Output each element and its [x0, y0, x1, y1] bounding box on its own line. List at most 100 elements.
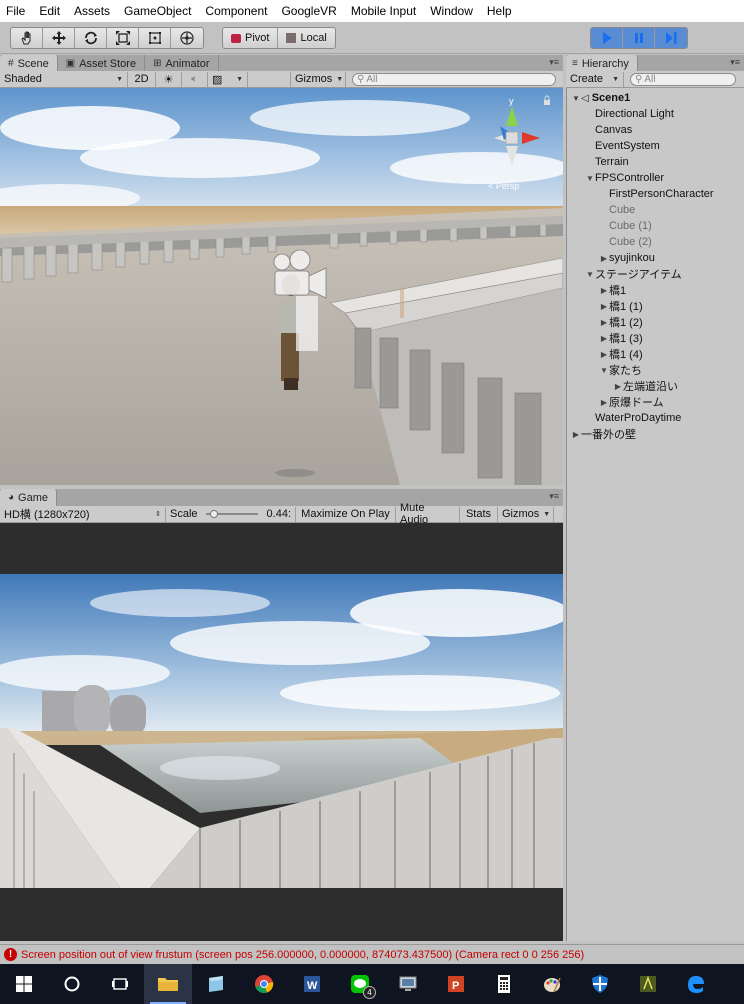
- notepad-button[interactable]: [192, 964, 240, 1004]
- menu-mobile-input[interactable]: Mobile Input: [351, 4, 416, 18]
- app-button[interactable]: [624, 964, 672, 1004]
- tab-game[interactable]: ◕ Game: [0, 489, 58, 506]
- menu-gameobject[interactable]: GameObject: [124, 4, 191, 18]
- audio-toggle[interactable]: 🔈︎: [182, 71, 208, 87]
- move-tool-button[interactable]: [43, 28, 75, 48]
- hierarchy-item[interactable]: ▶ 橋1 (4): [599, 346, 643, 362]
- line-button[interactable]: 4: [336, 964, 384, 1004]
- mute-audio-toggle[interactable]: Mute Audio: [396, 502, 460, 526]
- hierarchy-item[interactable]: ▶ 橋1 (3): [599, 330, 643, 346]
- step-button[interactable]: [655, 28, 687, 48]
- remote-desktop-button[interactable]: [384, 964, 432, 1004]
- expand-down-icon[interactable]: ▼: [571, 94, 581, 103]
- scene-gizmos-dropdown[interactable]: Gizmos ▼: [290, 71, 346, 87]
- menu-window[interactable]: Window: [430, 4, 473, 18]
- game-panel-menu-icon[interactable]: ▾≡: [549, 491, 559, 502]
- hierarchy-item[interactable]: EventSystem: [585, 138, 660, 154]
- create-dropdown[interactable]: Create ▼: [566, 71, 624, 87]
- transform-all-tool-button[interactable]: [171, 28, 203, 48]
- task-view-button[interactable]: [96, 964, 144, 1004]
- maximize-on-play-toggle[interactable]: Maximize On Play: [296, 506, 396, 522]
- menu-file[interactable]: File: [6, 4, 25, 18]
- lighting-toggle[interactable]: ☀: [156, 71, 182, 87]
- stats-toggle[interactable]: Stats: [460, 506, 498, 522]
- scale-slider-thumb[interactable]: [210, 510, 219, 518]
- windows-start-button[interactable]: [0, 964, 48, 1004]
- pause-button[interactable]: [623, 28, 655, 48]
- scene-search-input[interactable]: ⚲ All: [352, 72, 556, 86]
- powerpoint-button[interactable]: P: [432, 964, 480, 1004]
- play-button[interactable]: [591, 28, 623, 48]
- tab-hierarchy[interactable]: ≡ Hierarchy: [566, 55, 638, 72]
- dropdown-arrow-icon: ▼: [336, 75, 344, 83]
- edge-button[interactable]: [672, 964, 720, 1004]
- resolution-dropdown[interactable]: HD横 (1280x720) ⇕: [0, 506, 166, 522]
- chrome-button[interactable]: [240, 964, 288, 1004]
- pivot-button[interactable]: Pivot: [223, 28, 279, 48]
- scale-tool-button[interactable]: [107, 28, 139, 48]
- hierarchy-item-label: EventSystem: [595, 140, 660, 152]
- calculator-button[interactable]: [480, 964, 528, 1004]
- expand-right-icon[interactable]: ▶: [571, 430, 581, 439]
- hierarchy-item-label: 一番外の壁: [581, 429, 636, 441]
- tab-scene[interactable]: # Scene: [0, 55, 58, 72]
- menu-googlevr[interactable]: GoogleVR: [281, 4, 336, 18]
- expand-right-icon[interactable]: ▶: [599, 398, 609, 407]
- rotate-tool-button[interactable]: [75, 28, 107, 48]
- hierarchy-item[interactable]: ▼ 家たち: [599, 362, 642, 378]
- local-button[interactable]: Local: [278, 28, 334, 48]
- word-button[interactable]: W: [288, 964, 336, 1004]
- menu-edit[interactable]: Edit: [39, 4, 60, 18]
- mode-2d-toggle[interactable]: 2D: [128, 71, 156, 87]
- game-gizmos-dropdown[interactable]: Gizmos ▼: [498, 506, 554, 522]
- shading-mode-dropdown[interactable]: Shaded ▼: [0, 71, 128, 87]
- panel-menu-icon[interactable]: ▾≡: [549, 57, 559, 68]
- expand-down-icon[interactable]: ▼: [585, 270, 595, 279]
- hierarchy-item[interactable]: ▶ 一番外の壁: [571, 426, 636, 442]
- file-explorer-button[interactable]: [144, 964, 192, 1004]
- tab-animator[interactable]: ⊞ Animator: [145, 55, 219, 72]
- hand-tool-button[interactable]: [11, 28, 43, 48]
- expand-right-icon[interactable]: ▶: [613, 382, 623, 391]
- rect-tool-button[interactable]: [139, 28, 171, 48]
- game-view[interactable]: [0, 523, 563, 941]
- hierarchy-item[interactable]: WaterProDaytime: [585, 410, 681, 426]
- hierarchy-item[interactable]: ▼ ◁ Scene1: [571, 90, 630, 106]
- expand-right-icon[interactable]: ▶: [599, 302, 609, 311]
- expand-right-icon[interactable]: ▶: [599, 286, 609, 295]
- tab-asset-store[interactable]: ▣ Asset Store: [58, 55, 146, 72]
- hierarchy-item[interactable]: FirstPersonCharacter: [599, 186, 714, 202]
- hierarchy-item[interactable]: Canvas: [585, 122, 632, 138]
- paint-button[interactable]: [528, 964, 576, 1004]
- expand-down-icon[interactable]: ▼: [599, 366, 609, 375]
- hierarchy-item[interactable]: ▶ 橋1 (2): [599, 314, 643, 330]
- hierarchy-item[interactable]: ▶ 橋1 (1): [599, 298, 643, 314]
- hierarchy-search-input[interactable]: ⚲ All: [630, 72, 736, 86]
- menu-assets[interactable]: Assets: [74, 4, 110, 18]
- expand-right-icon[interactable]: ▶: [599, 350, 609, 359]
- menu-help[interactable]: Help: [487, 4, 512, 18]
- expand-down-icon[interactable]: ▼: [585, 174, 595, 183]
- menu-component[interactable]: Component: [205, 4, 267, 18]
- hierarchy-item[interactable]: Cube (1): [599, 218, 652, 234]
- hierarchy-item[interactable]: ▼ ステージアイテム: [585, 266, 682, 282]
- hierarchy-item[interactable]: ▶ 橋1: [599, 282, 626, 298]
- effects-dropdown[interactable]: ▨ ▼: [208, 71, 248, 87]
- expand-right-icon[interactable]: ▶: [599, 254, 609, 263]
- console-status-bar[interactable]: ! Screen position out of view frustum (s…: [0, 944, 744, 964]
- hierarchy-item[interactable]: Terrain: [585, 154, 629, 170]
- hierarchy-item[interactable]: Directional Light: [585, 106, 674, 122]
- hierarchy-item[interactable]: Cube: [599, 202, 635, 218]
- hierarchy-item[interactable]: Cube (2): [599, 234, 652, 250]
- cortana-button[interactable]: [48, 964, 96, 1004]
- expand-right-icon[interactable]: ▶: [599, 334, 609, 343]
- hierarchy-item[interactable]: ▶ syujinkou: [599, 250, 655, 266]
- hierarchy-menu-icon[interactable]: ▾≡: [730, 57, 740, 68]
- scale-slider[interactable]: [206, 510, 259, 518]
- scene-view[interactable]: y < Persp: [0, 88, 563, 485]
- hierarchy-item[interactable]: ▶ 左端道沿い: [613, 378, 678, 394]
- hierarchy-item[interactable]: ▶ 原爆ドーム: [599, 394, 664, 410]
- expand-right-icon[interactable]: ▶: [599, 318, 609, 327]
- windows-defender-button[interactable]: [576, 964, 624, 1004]
- hierarchy-item[interactable]: ▼ FPSController: [585, 170, 664, 186]
